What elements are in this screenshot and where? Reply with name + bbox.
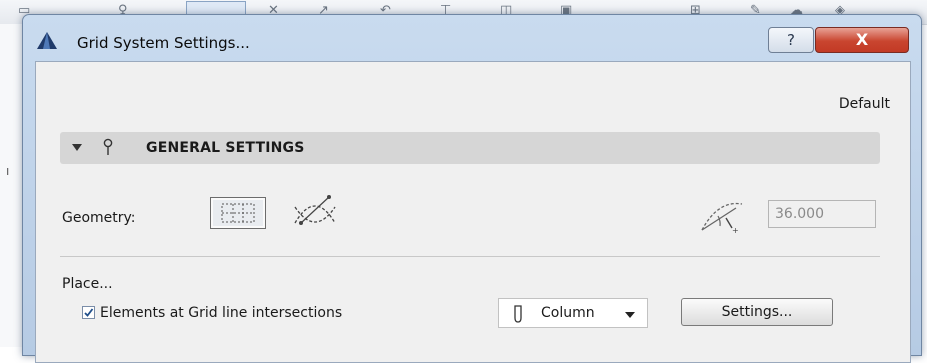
dialog-titlebar[interactable]: Grid System Settings... ? X bbox=[23, 15, 921, 61]
help-button[interactable]: ? bbox=[768, 27, 814, 53]
arc-grid-icon[interactable] bbox=[291, 193, 339, 227]
intersections-label[interactable]: Elements at Grid line intersections bbox=[100, 305, 342, 321]
grid-system-settings-dialog: Grid System Settings... ? X Default GENE… bbox=[22, 14, 922, 363]
rectangular-grid-button[interactable] bbox=[210, 197, 266, 229]
ruler-mark: ı bbox=[6, 164, 10, 178]
rectangular-grid-icon bbox=[221, 203, 255, 223]
dialog-content: Default GENERAL SETTINGS Geometry: + 36.… bbox=[35, 61, 911, 363]
intersections-checkbox[interactable] bbox=[82, 306, 95, 319]
column-icon bbox=[514, 305, 522, 323]
geometry-label: Geometry: bbox=[62, 210, 136, 226]
place-label: Place... bbox=[62, 276, 113, 292]
chevron-down-icon[interactable] bbox=[625, 312, 635, 318]
svg-text:+: + bbox=[732, 226, 739, 234]
section-divider bbox=[60, 256, 880, 257]
collapse-triangle-icon[interactable] bbox=[72, 144, 82, 151]
close-button[interactable]: X bbox=[815, 27, 909, 53]
pin-icon bbox=[103, 138, 113, 155]
angle-icon: + bbox=[701, 202, 743, 234]
section-title: GENERAL SETTINGS bbox=[146, 140, 305, 156]
settings-button[interactable]: Settings... bbox=[681, 298, 833, 326]
check-icon bbox=[84, 308, 94, 317]
general-settings-header[interactable]: GENERAL SETTINGS bbox=[60, 132, 880, 164]
app-left-strip: ı bbox=[0, 24, 22, 347]
preset-label[interactable]: Default bbox=[839, 96, 890, 112]
archicad-logo-icon bbox=[37, 32, 57, 49]
angle-input[interactable] bbox=[768, 200, 876, 228]
dialog-title: Grid System Settings... bbox=[77, 34, 250, 52]
element-type-value: Column bbox=[541, 305, 595, 321]
element-type-select[interactable]: Column bbox=[498, 298, 648, 328]
